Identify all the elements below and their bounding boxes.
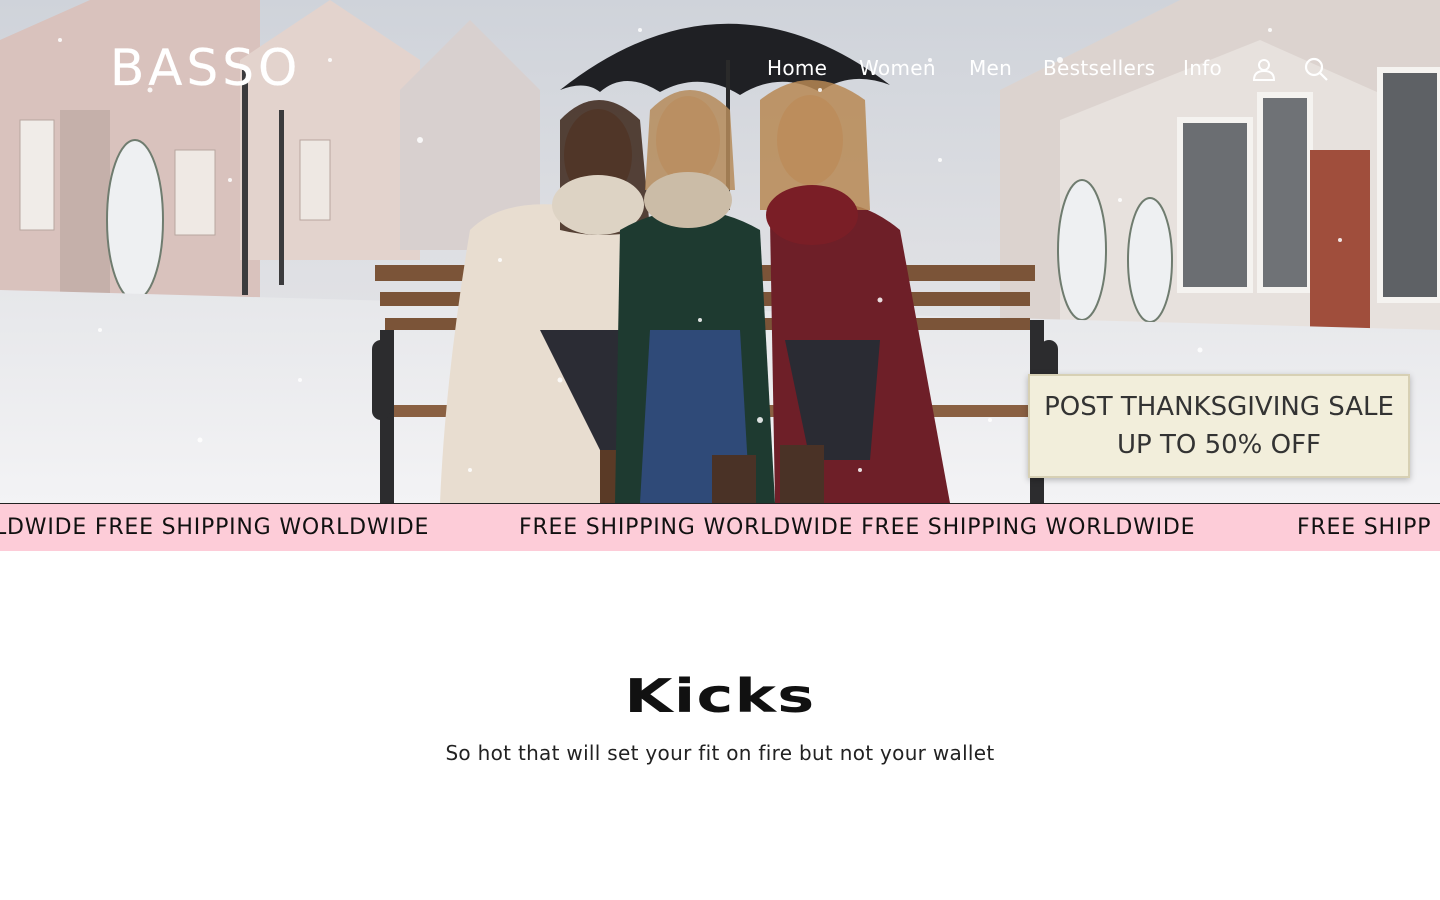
search-icon[interactable] (1301, 54, 1331, 84)
announcement-bar: LDWIDE FREE SHIPPING WORLDWIDE FREE SHIP… (0, 503, 1440, 551)
nav-item-info[interactable]: Info (1183, 56, 1222, 80)
sale-badge[interactable]: POST THANKSGIVING SALE UP TO 50% OFF (1028, 374, 1410, 478)
sale-badge-line-1: POST THANKSGIVING SALE (1044, 392, 1394, 422)
nav-item-women[interactable]: Women (859, 56, 936, 80)
announcement-track: LDWIDE FREE SHIPPING WORLDWIDE FREE SHIP… (0, 504, 1440, 551)
sale-badge-line-2: UP TO 50% OFF (1116, 430, 1321, 460)
nav-item-men[interactable]: Men (969, 56, 1012, 80)
collection-description: So hot that will set your fit on fire bu… (445, 741, 995, 765)
announcement-item: LDWIDE FREE SHIPPING WORLDWIDE (0, 515, 430, 540)
main-nav: Home Women Men Bestsellers Info (0, 52, 1440, 86)
announcement-item: FREE SHIPP (1297, 515, 1432, 540)
announcement-item: FREE SHIPPING WORLDWIDE FREE SHIPPING WO… (519, 515, 1196, 540)
nav-item-bestsellers[interactable]: Bestsellers (1043, 56, 1155, 80)
nav-item-home[interactable]: Home (767, 56, 827, 80)
user-icon[interactable] (1249, 54, 1279, 84)
collection-title: Kicks (624, 669, 816, 723)
collection-header: Kicks So hot that will set your fit on f… (0, 551, 1440, 900)
site-header: BASSO Home Women Men Bestsellers Info (0, 0, 1440, 140)
